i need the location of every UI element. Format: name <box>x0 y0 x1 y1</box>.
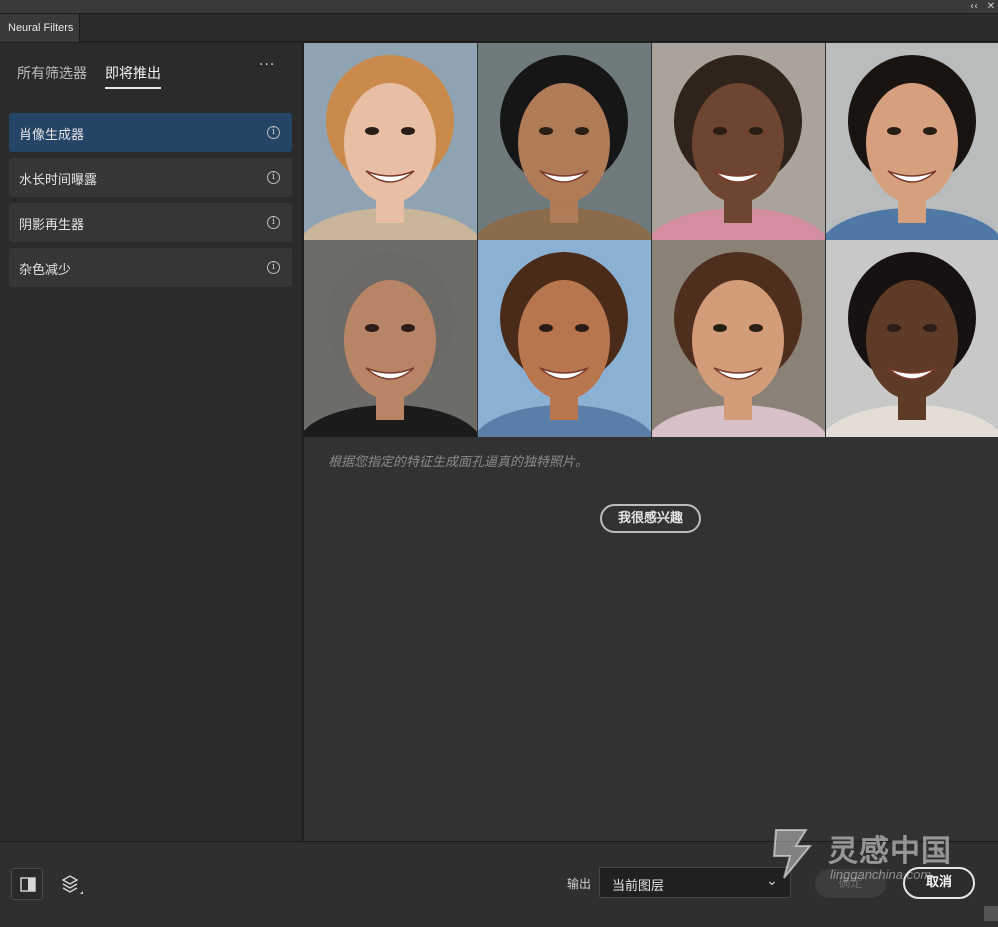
info-icon[interactable]: i <box>267 261 280 274</box>
portrait-face-8 <box>826 240 998 437</box>
ok-button[interactable]: 确定 <box>815 869 886 898</box>
filter-label: 肖像生成器 <box>19 128 85 143</box>
portrait-face-7 <box>652 240 825 437</box>
portrait-face-4 <box>826 43 998 240</box>
output-label: 输出 <box>567 877 592 891</box>
filter-label: 杂色减少 <box>19 263 72 278</box>
tab-coming-soon[interactable]: 即将推出 <box>105 63 161 89</box>
filter-label: 水长时间曝露 <box>19 173 98 188</box>
close-panel-icon[interactable]: ✕ <box>983 0 998 14</box>
filter-item-shadow-regenerator[interactable]: 阴影再生器 i <box>9 203 292 242</box>
layers-button[interactable] <box>54 868 86 900</box>
portrait-face-3 <box>652 43 825 240</box>
filter-preview-area: 根据您指定的特征生成面孔逼真的独特照片。 我很感兴趣 <box>304 43 998 841</box>
output-select[interactable]: 当前图层 ⌄ <box>599 867 791 898</box>
info-icon[interactable]: i <box>267 126 280 139</box>
resize-handle[interactable] <box>984 906 998 921</box>
filter-item-long-exposure[interactable]: 水长时间曝露 i <box>9 158 292 197</box>
split-view-icon <box>20 877 36 892</box>
output-value: 当前图层 <box>612 879 665 894</box>
portrait-face-1 <box>304 43 477 240</box>
filter-item-noise-reduction[interactable]: 杂色减少 i <box>9 248 292 287</box>
sample-portraits-grid <box>304 43 998 437</box>
collapse-panel-icon[interactable]: ‹‹ <box>966 0 982 14</box>
filters-sidebar: 所有筛选器 即将推出 ··· 肖像生成器 i 水长时间曝露 i 阴影再生器 i … <box>0 43 303 841</box>
panel-top-strip: ‹‹ ✕ <box>0 0 998 14</box>
info-icon[interactable]: i <box>267 171 280 184</box>
info-icon[interactable]: i <box>267 216 280 229</box>
dialog-footer: 输出 当前图层 ⌄ 确定 取消 <box>0 841 998 927</box>
filter-description: 根据您指定的特征生成面孔逼真的独特照片。 <box>328 455 589 470</box>
filter-item-portrait-generator[interactable]: 肖像生成器 i <box>9 113 292 152</box>
chevron-down-icon: ⌄ <box>766 873 778 889</box>
interested-button[interactable]: 我很感兴趣 <box>600 504 701 533</box>
tab-all-filters[interactable]: 所有筛选器 <box>17 63 87 83</box>
filter-label: 阴影再生器 <box>19 218 85 233</box>
panel-tab-bar: Neural Filters <box>0 14 998 42</box>
portrait-face-2 <box>478 43 651 240</box>
more-options-icon[interactable]: ··· <box>259 57 275 73</box>
layers-icon <box>61 875 83 894</box>
compare-view-button[interactable] <box>11 868 43 900</box>
portrait-face-6 <box>478 240 651 437</box>
portrait-face-5 <box>304 240 477 437</box>
cancel-button[interactable]: 取消 <box>903 867 975 899</box>
tab-neural-filters[interactable]: Neural Filters <box>0 14 80 42</box>
